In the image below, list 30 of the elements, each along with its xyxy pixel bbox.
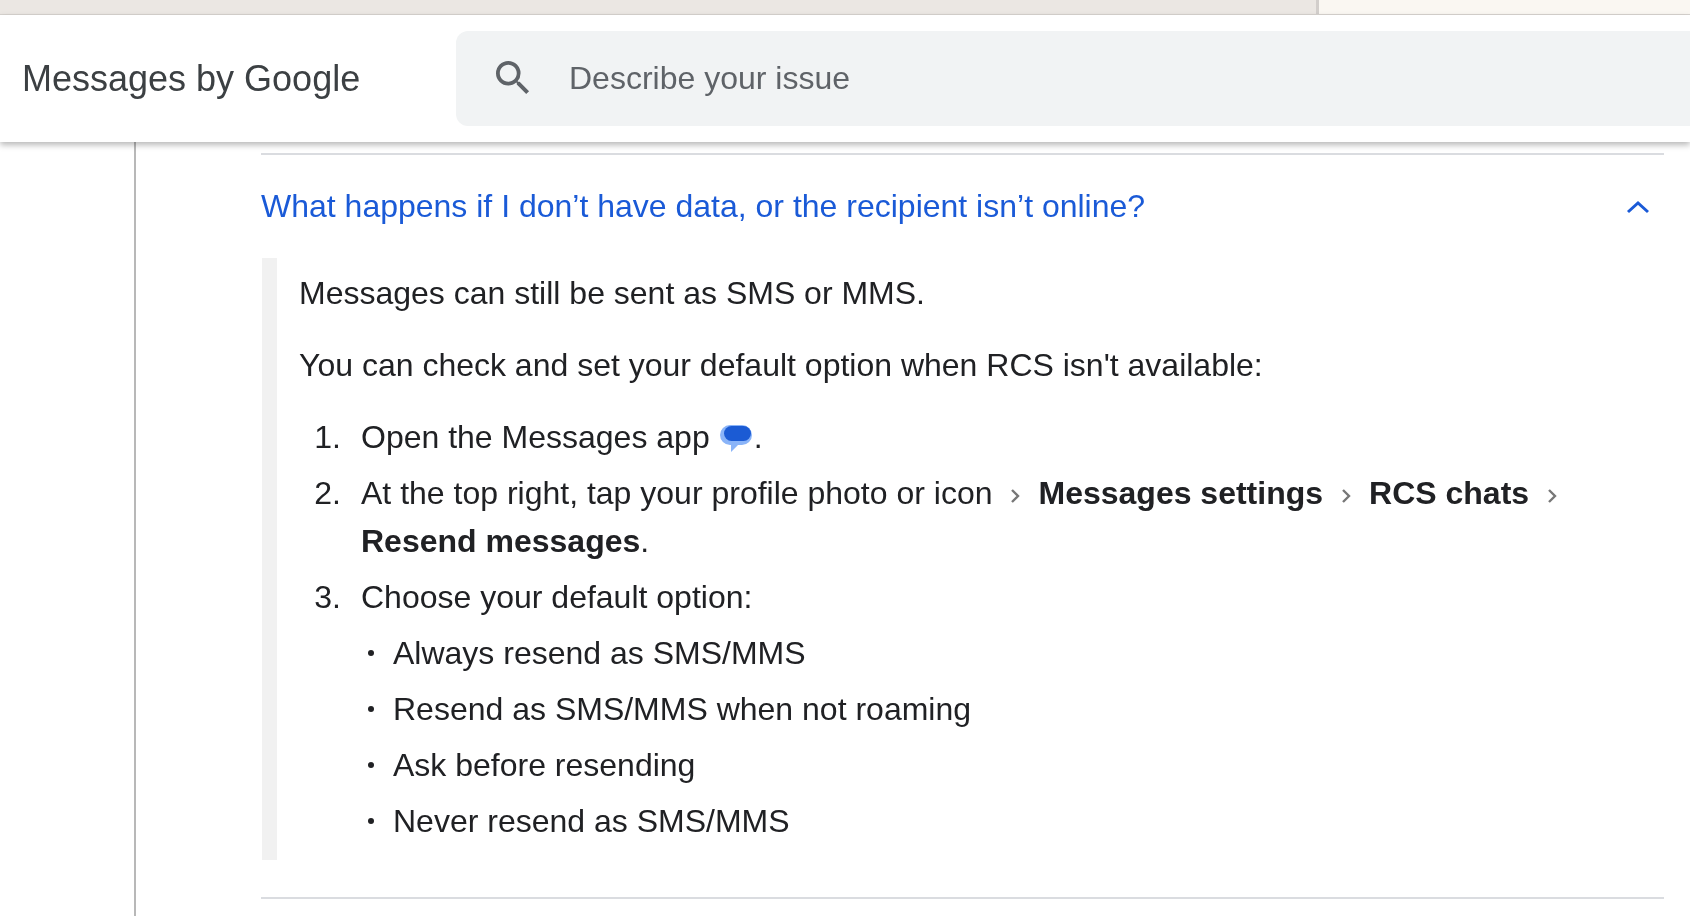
faq-question-link[interactable]: What happens if I don’t have data, or the recipient isn’t online? [261, 188, 1146, 225]
bullet-icon [368, 706, 374, 712]
step-period: . [753, 419, 763, 455]
chevron-icon[interactable] [1626, 199, 1650, 214]
menu-path-item: Messages settings [1038, 475, 1324, 511]
answer-paragraph: You can check and set your default option when RCS isn't available: [299, 346, 1264, 385]
chevron-right-icon [1547, 488, 1558, 504]
answer-paragraph: Messages can still be sent as SMS or MMS. [299, 274, 926, 313]
option-text: Resend as SMS/MMS when not roaming [393, 690, 972, 729]
step-text: At the top right, tap your profile photo or icon [361, 475, 993, 511]
step-number: 2. [313, 474, 342, 513]
chat-bubble-icon [719, 423, 752, 452]
option-text: Ask before resending [393, 746, 696, 785]
step-number: 1. [313, 418, 342, 457]
menu-path-item: Resend messages [361, 523, 641, 559]
bullet-icon [368, 762, 374, 768]
step-text: Choose your default option: [361, 579, 753, 615]
step-period: . [640, 523, 650, 559]
step-number: 3. [313, 578, 342, 617]
search-field[interactable]: Describe your issue [456, 31, 1690, 126]
bullet-icon [368, 818, 374, 824]
site-title[interactable]: Messages by Google [0, 57, 456, 100]
option-text: Never resend as SMS/MMS [393, 802, 790, 841]
step-text: Open the Messages app [361, 419, 710, 455]
option-text: Always resend as SMS/MMS [393, 634, 806, 673]
search-icon [496, 61, 530, 95]
chevron-right-icon [1010, 488, 1021, 504]
chevron-right-icon [1341, 488, 1352, 504]
bullet-icon [368, 650, 374, 656]
menu-path-item: RCS chats [1369, 475, 1530, 511]
